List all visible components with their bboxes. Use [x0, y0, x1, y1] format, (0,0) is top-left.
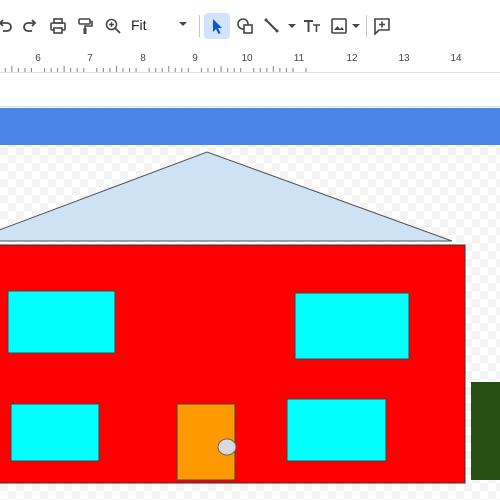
undo-button[interactable]	[0, 13, 18, 39]
ruler-number: 9	[192, 53, 198, 64]
window-top-right[interactable]	[294, 292, 410, 360]
line-tool-button[interactable]	[259, 13, 285, 39]
add-comment-button[interactable]	[369, 13, 395, 39]
toolbar-divider	[366, 15, 367, 37]
ruler-number: 10	[241, 53, 253, 64]
chevron-down-icon[interactable]	[178, 21, 188, 27]
select-tool-button[interactable]	[204, 13, 230, 39]
window-bottom-right[interactable]	[286, 398, 387, 462]
ruler-number: 12	[346, 53, 358, 64]
line-icon	[264, 18, 279, 33]
zoom-select[interactable]: Fit	[131, 17, 147, 33]
toolbar: Fit	[0, 0, 500, 52]
ruler-number: 14	[450, 53, 462, 64]
door-knob[interactable]	[217, 438, 237, 456]
header-bar[interactable]	[0, 108, 500, 145]
zoom-icon	[105, 18, 121, 34]
canvas-top-margin	[0, 73, 500, 107]
roof[interactable]	[0, 151, 453, 242]
text-box-button[interactable]	[299, 13, 325, 39]
ruler-number: 13	[398, 53, 410, 64]
toolbar-divider	[199, 15, 200, 37]
print-button[interactable]	[45, 13, 71, 39]
drawing	[0, 108, 500, 484]
chevron-down-icon[interactable]	[287, 23, 297, 29]
drawing-canvas[interactable]	[0, 107, 500, 500]
window-top-left[interactable]	[7, 290, 116, 354]
ruler-number: 11	[293, 53, 305, 64]
ruler-number: 7	[87, 53, 93, 64]
text-box-icon	[304, 20, 320, 32]
ruler-number: 8	[140, 53, 146, 64]
chevron-down-icon[interactable]	[351, 23, 361, 29]
select-icon	[213, 19, 222, 34]
ruler-number: 6	[35, 53, 41, 64]
green-block[interactable]	[471, 382, 500, 480]
undo-icon	[0, 19, 12, 32]
redo-icon	[23, 19, 37, 32]
horizontal-ruler[interactable]: 6 7 8 9 10 11 12 13 14	[0, 52, 500, 73]
paint-format-button[interactable]	[72, 13, 98, 39]
add-comment-icon	[374, 18, 390, 35]
print-icon	[50, 18, 66, 34]
shape-icon	[237, 18, 253, 34]
window-bottom-left[interactable]	[10, 403, 100, 462]
zoom-button[interactable]	[100, 13, 126, 39]
image-icon	[331, 18, 347, 34]
image-button[interactable]	[326, 13, 352, 39]
shape-tool-button[interactable]	[232, 13, 258, 39]
paint-format-icon	[78, 18, 93, 34]
redo-button[interactable]	[17, 13, 43, 39]
